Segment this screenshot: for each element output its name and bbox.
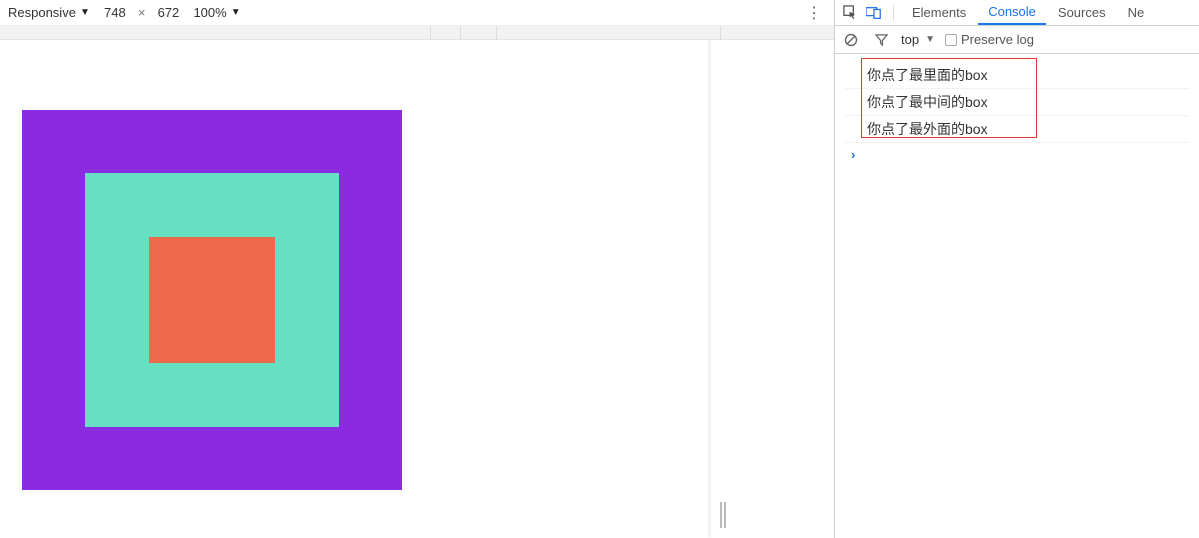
ruler-tick [460,26,461,39]
splitter-handle[interactable] [720,500,730,530]
preserve-log-label: Preserve log [961,32,1034,47]
console-log-line: 你点了最中间的box [845,89,1189,116]
context-dropdown[interactable]: top ▼ [901,32,935,47]
tab-sources[interactable]: Sources [1048,0,1116,25]
clear-console-icon[interactable] [841,30,861,50]
height-input[interactable]: 672 [151,5,185,20]
inner-box[interactable] [149,237,275,363]
tab-next-truncated[interactable]: Ne [1118,0,1155,25]
ruler-horizontal [0,26,834,40]
toggle-device-toolbar-icon[interactable] [863,2,885,24]
device-toolbar: Responsive ▼ 748 × 672 100% ▼ ⋮ [0,0,834,26]
caret-down-icon: ▼ [925,34,935,45]
console-log-line: 你点了最里面的box [845,62,1189,89]
devtools-panel: Elements Console Sources Ne top ▼ Preser… [834,0,1199,538]
zoom-dropdown[interactable]: 100% ▼ [193,5,240,20]
console-prompt[interactable]: › [845,143,1189,162]
ruler-tick [720,26,721,39]
handle-bar [724,502,726,528]
viewport-panel: Responsive ▼ 748 × 672 100% ▼ ⋮ [0,0,834,538]
width-input[interactable]: 748 [98,5,132,20]
inspect-element-icon[interactable] [839,2,861,24]
console-log-line: 你点了最外面的box [845,116,1189,143]
console-toolbar: top ▼ Preserve log [835,26,1199,54]
viewport-area [0,40,834,538]
dimension-separator: × [138,5,146,20]
page-content [22,110,402,490]
middle-box[interactable] [85,173,339,427]
caret-down-icon: ▼ [80,7,90,18]
zoom-value: 100% [193,5,226,20]
ruler-tick [430,26,431,39]
tab-elements[interactable]: Elements [902,0,976,25]
devtools-tab-bar: Elements Console Sources Ne [835,0,1199,26]
more-options-button[interactable]: ⋮ [802,3,826,23]
preserve-log-checkbox[interactable]: Preserve log [945,32,1034,47]
responsive-mode-label: Responsive [8,5,76,20]
filter-icon[interactable] [871,30,891,50]
handle-bar [720,502,722,528]
dimension-controls: 748 × 672 [98,5,186,20]
responsive-mode-dropdown[interactable]: Responsive ▼ [8,5,90,20]
context-label: top [901,32,919,47]
checkbox-icon [945,34,957,46]
tab-console[interactable]: Console [978,0,1046,25]
console-output: 你点了最里面的box 你点了最中间的box 你点了最外面的box › [835,54,1199,538]
outer-box[interactable] [22,110,402,490]
caret-down-icon: ▼ [231,7,241,18]
tab-divider [893,5,894,21]
ruler-tick [496,26,497,39]
